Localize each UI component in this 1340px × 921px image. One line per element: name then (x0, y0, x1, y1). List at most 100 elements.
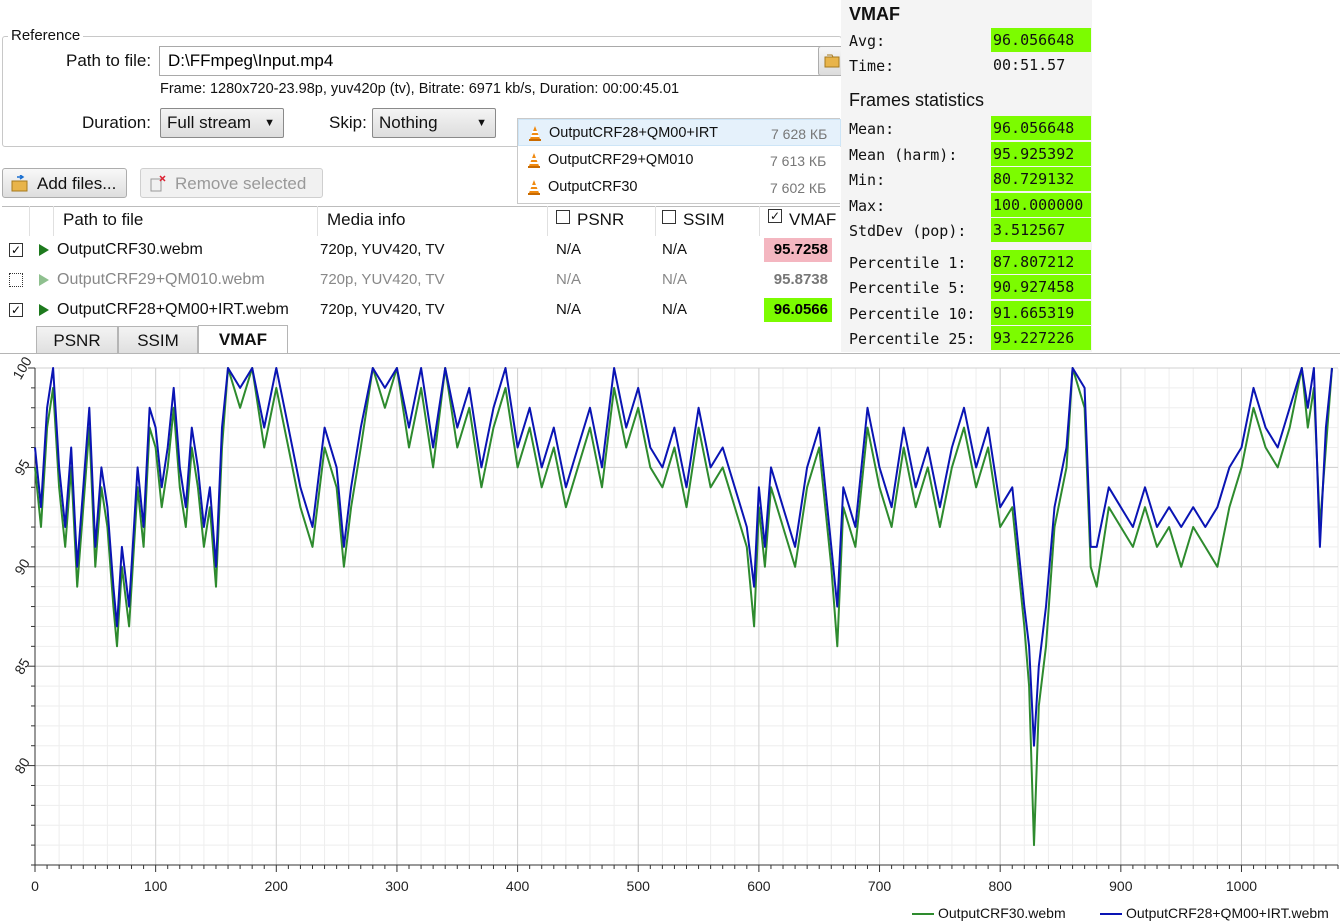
add-files-button[interactable]: Add files... (2, 168, 127, 198)
x-tick-label: 100 (144, 878, 168, 894)
tab-divider (0, 353, 1340, 354)
stat-value: 95.925392 (991, 142, 1091, 166)
reference-group-label: Reference (8, 27, 84, 44)
tab-vmaf[interactable]: VMAF (198, 325, 288, 353)
x-tick-label: 0 (31, 878, 39, 894)
dropdown-item[interactable]: OutputCRF30 7 602 КБ (518, 174, 841, 201)
tab-psnr[interactable]: PSNR (36, 326, 118, 353)
header-psnr[interactable]: PSNR (548, 206, 656, 236)
chevron-down-icon: ▼ (264, 117, 275, 129)
percentile-value: 90.927458 (991, 275, 1091, 299)
table-row[interactable]: ✓ OutputCRF28+QM00+IRT.webm 720p, YUV420… (2, 296, 840, 326)
stats-time-label: Time: (849, 57, 895, 75)
row-file: OutputCRF30.webm (57, 241, 203, 258)
row-checkbox[interactable]: ✓ (9, 243, 23, 257)
row-file: OutputCRF29+QM010.webm (57, 271, 265, 288)
stats-avg-value: 96.056648 (991, 28, 1091, 52)
header-media[interactable]: Media info (318, 206, 548, 236)
table-row[interactable]: OutputCRF29+QM010.webm 720p, YUV420, TV … (2, 266, 840, 296)
table-header-check (2, 206, 30, 236)
dropdown-item-size: 7 613 КБ (770, 153, 827, 169)
row-media: 720p, YUV420, TV (320, 271, 445, 288)
header-vmaf-label: VMAF (789, 210, 837, 229)
play-icon[interactable] (39, 244, 49, 256)
stat-value: 3.512567 (991, 218, 1091, 242)
stat-label: Mean (harm): (849, 146, 958, 164)
y-tick-label: 85 (11, 655, 33, 677)
file-dropdown-list: OutputCRF28+QM00+IRT 7 628 КБ OutputCRF2… (517, 118, 841, 204)
y-tick-label: 100 (9, 356, 35, 382)
percentile-label: Percentile 10: (849, 305, 976, 323)
play-icon[interactable] (39, 274, 49, 286)
ssim-checkbox[interactable] (662, 210, 676, 224)
row-psnr: N/A (556, 241, 582, 258)
duration-select[interactable]: Full stream ▼ (160, 108, 284, 138)
tab-ssim[interactable]: SSIM (118, 326, 198, 353)
y-tick-label: 80 (11, 755, 33, 777)
x-tick-label: 500 (627, 878, 651, 894)
header-ssim[interactable]: SSIM (656, 206, 760, 236)
table-row[interactable]: ✓ OutputCRF30.webm 720p, YUV420, TV N/A … (2, 236, 840, 266)
folder-open-icon (824, 54, 840, 68)
stats-panel: VMAF Avg: 96.056648 Time: 00:51.57 Frame… (841, 0, 1092, 352)
row-ssim: N/A (662, 301, 688, 318)
y-tick-label: 95 (11, 456, 33, 478)
row-checkbox[interactable] (9, 273, 23, 287)
percentile-label: Percentile 25: (849, 330, 976, 348)
dropdown-item-size: 7 602 КБ (770, 180, 827, 196)
chart-grid (34, 367, 1339, 866)
legend-item: OutputCRF28+QM00+IRT.webm (1126, 905, 1329, 921)
header-psnr-label: PSNR (577, 210, 625, 229)
vlc-cone-icon (528, 180, 540, 195)
stats-time-value: 00:51.57 (993, 56, 1066, 74)
percentile-label: Percentile 5: (849, 279, 967, 297)
series-line-crf28-qm00-irt (34, 367, 1333, 747)
dropdown-item-name: OutputCRF29+QM010 (548, 152, 694, 168)
legend-item: OutputCRF30.webm (938, 905, 1066, 921)
stat-label: StdDev (pop): (849, 222, 967, 240)
reference-frame-info: Frame: 1280x720-23.98p, yuv420p (tv), Bi… (160, 81, 680, 97)
skip-select[interactable]: Nothing ▼ (372, 108, 496, 138)
vmaf-chart[interactable]: 0 100 200 300 400 500 600 700 800 900 1000 80 85 90 95… (0, 356, 1340, 921)
row-psnr: N/A (556, 301, 582, 318)
header-vmaf[interactable]: ✓ VMAF (760, 206, 840, 236)
header-media-label: Media info (327, 210, 406, 229)
stat-label: Max: (849, 197, 886, 215)
skip-label: Skip: (329, 113, 367, 132)
play-icon[interactable] (39, 304, 49, 316)
header-ssim-label: SSIM (683, 210, 725, 229)
duration-value: Full stream (167, 113, 252, 132)
x-tick-label: 600 (747, 878, 771, 894)
row-media: 720p, YUV420, TV (320, 301, 445, 318)
row-ssim: N/A (662, 241, 688, 258)
stats-title: VMAF (849, 4, 900, 24)
folder-add-icon (11, 175, 28, 192)
row-vmaf: 95.7258 (764, 238, 832, 262)
remove-selected-label: Remove selected (175, 174, 307, 193)
dropdown-item-size: 7 628 КБ (771, 126, 828, 142)
stat-value: 100.000000 (991, 193, 1091, 217)
row-psnr: N/A (556, 271, 582, 288)
chart-axes: 0 100 200 300 400 500 600 700 800 900 1000 80 85 90 95… (9, 356, 1339, 894)
row-file: OutputCRF28+QM00+IRT.webm (57, 301, 289, 318)
legend-swatch-green (912, 913, 934, 915)
row-checkbox[interactable]: ✓ (9, 303, 23, 317)
reference-path-input[interactable]: D:\FFmpeg\Input.mp4 (159, 46, 821, 76)
dropdown-item[interactable]: OutputCRF29+QM010 7 613 КБ (518, 147, 841, 174)
stats-avg-label: Avg: (849, 32, 886, 50)
vmaf-checkbox[interactable]: ✓ (768, 209, 782, 223)
frames-stats-title: Frames statistics (849, 90, 985, 110)
dropdown-item[interactable]: OutputCRF28+QM00+IRT 7 628 КБ (518, 119, 841, 146)
header-path-label: Path to file (63, 210, 144, 229)
chevron-down-icon: ▼ (476, 117, 487, 129)
skip-value: Nothing (379, 113, 438, 132)
legend-swatch-blue (1100, 913, 1122, 915)
x-tick-label: 400 (506, 878, 530, 894)
remove-selected-button[interactable]: Remove selected (140, 168, 323, 198)
header-path[interactable]: Path to file (54, 206, 318, 236)
row-ssim: N/A (662, 271, 688, 288)
x-tick-label: 800 (989, 878, 1013, 894)
psnr-checkbox[interactable] (556, 210, 570, 224)
x-tick-label: 900 (1109, 878, 1133, 894)
percentile-value: 93.227226 (991, 326, 1091, 350)
